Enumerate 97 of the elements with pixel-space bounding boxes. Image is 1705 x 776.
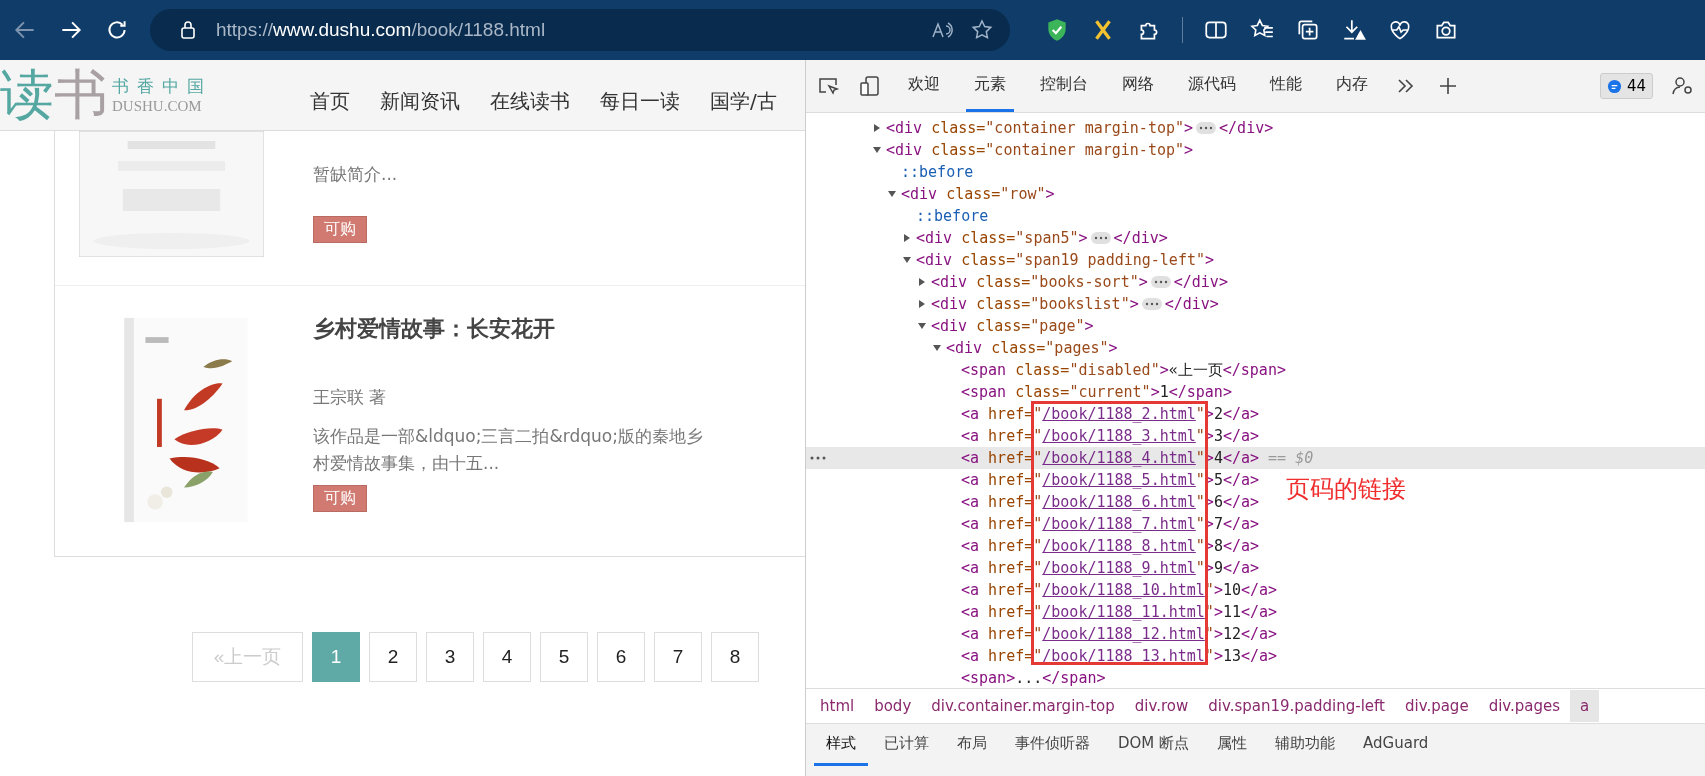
message-icon [1606,78,1622,94]
code-text: <div class="container margin-top"> [886,140,1194,161]
expand-arrow-icon[interactable] [917,277,927,287]
page-button[interactable]: 7 [654,632,702,682]
page-button[interactable]: 8 [711,632,759,682]
panel-tab[interactable]: AdGuard [1351,724,1441,765]
collapse-arrow-icon[interactable] [887,189,897,199]
devtools-tab[interactable]: 性能 [1262,60,1310,112]
page-button[interactable]: 2 [369,632,417,682]
logo-mark: 读书 [0,68,108,122]
devtools-tab[interactable]: 欢迎 [900,60,948,112]
page-button[interactable]: 3 [426,632,474,682]
closing-tag: </div> [1173,271,1228,293]
code-text: ::before [901,162,974,183]
panel-tab[interactable]: 样式 [814,724,868,766]
dom-node[interactable]: ::before [806,161,974,183]
devtools-tab[interactable]: 内存 [1328,60,1376,112]
issues-button[interactable]: 44 [1599,73,1653,99]
collections-icon[interactable] [1295,17,1321,43]
code-text: <div class="span5"> [916,228,1088,249]
code-text: ::before [916,206,989,227]
collapsed-badge[interactable] [1090,232,1111,244]
book-title[interactable]: 乡村爱情故事：长安花开 [313,314,555,344]
code-text: <div class="row"> [901,184,1055,205]
dom-node[interactable]: <div class="container margin-top"> [806,139,1194,161]
breadcrumb[interactable]: a [1570,690,1600,722]
code-text: <div class="container margin-top"> [886,118,1194,139]
code-text: <span>...</span> [961,668,1106,688]
panel-tab[interactable]: 布局 [945,724,999,766]
expand-arrow-icon[interactable] [917,299,927,309]
page-button[interactable]: 4 [483,632,531,682]
url-text: https://www.dushu.com/book/1188.html [216,19,546,41]
breadcrumb[interactable]: body [864,690,922,722]
breadcrumb[interactable]: div.row [1124,690,1199,722]
code-text: <div class="bookslist"> [931,294,1139,315]
book-intro: 暂缺简介... [313,163,399,186]
annotation-text: 页码的链接 [1286,474,1406,505]
expand-arrow-icon[interactable] [872,123,882,133]
page-button[interactable]: 5 [540,632,588,682]
more-icon[interactable] [810,456,826,460]
code-text: <div class="pages"> [946,338,1118,359]
breadcrumb[interactable]: div.span19.padding-left [1198,690,1395,722]
dom-node[interactable]: <div class="page"> [806,315,1094,337]
dom-node[interactable]: <div class="books-sort"> </div> [806,271,1228,293]
panel-tab[interactable]: 已计算 [872,724,941,766]
collapsed-badge[interactable] [1196,122,1217,134]
closing-tag: </div> [1164,293,1219,315]
dom-node[interactable]: <div class="span5"> </div> [806,227,1168,249]
dom-node[interactable]: <div class="span19 padding-left"> [806,249,1215,271]
code-text: <div class="page"> [931,316,1094,337]
breadcrumb[interactable]: div.container.margin-top [921,690,1125,722]
dom-node[interactable]: <div class="bookslist"> </div> [806,293,1219,315]
nav-link[interactable]: 新闻资讯 [380,87,460,115]
code-text: <span class="disabled">«上一页</span> [961,360,1286,381]
devtools-tab[interactable]: 源代码 [1180,60,1244,112]
devtools-tab[interactable]: 网络 [1114,60,1162,112]
collapse-arrow-icon[interactable] [917,321,927,331]
dom-node[interactable]: <span class="disabled">«上一页</span> [806,359,1286,381]
dom-node[interactable]: <div class="container margin-top"> </div> [806,117,1274,139]
nav-link[interactable]: 首页 [310,87,350,115]
dom-node[interactable]: <div class="pages"> [806,337,1118,359]
nav-link[interactable]: 国学/古 [710,87,777,115]
closing-tag: </div> [1219,117,1274,139]
book-author: 王宗联 著 [313,386,387,409]
devtools-tab[interactable]: 控制台 [1032,60,1096,112]
logo-domain: DUSHU.COM [112,98,203,115]
collapse-arrow-icon[interactable] [902,255,912,265]
nav-link[interactable]: 每日一读 [600,87,680,115]
nav-link[interactable]: 在线读书 [490,87,570,115]
address-bar[interactable]: https://www.dushu.com/book/1188.html [150,9,1010,51]
code-text: <div class="books-sort"> [931,272,1148,293]
breadcrumb[interactable]: div.pages [1478,690,1571,722]
panel-tab[interactable]: 事件侦听器 [1003,724,1102,766]
breadcrumb[interactable]: html [810,690,865,722]
collapse-arrow-icon[interactable] [932,343,942,353]
panel-tab[interactable]: DOM 断点 [1106,724,1202,766]
book-intro: 该作品是一部&ldquo;三言二拍&rdquo;版的秦地乡村爱情故事集，由十五... [313,425,704,475]
collapsed-badge[interactable] [1141,298,1162,310]
dom-node[interactable]: <div class="row"> [806,183,1055,205]
closing-tag: </div> [1113,227,1168,249]
devtools-tab[interactable]: 元素 [966,60,1014,112]
expand-arrow-icon[interactable] [902,233,912,243]
collapse-arrow-icon[interactable] [872,145,882,155]
dom-node[interactable]: ::before [806,205,989,227]
dom-node[interactable]: <span class="current">1</span> [806,381,1232,403]
breadcrumb[interactable]: div.page [1395,690,1479,722]
dom-node[interactable]: <span>...</span> [806,667,1106,688]
code-text: <div class="span19 padding-left"> [916,250,1215,271]
panel-tab[interactable]: 辅助功能 [1263,724,1348,766]
download-warning-icon[interactable] [1341,17,1367,43]
star-icon[interactable] [970,18,994,42]
logo-tagline: 书香中国 [112,75,212,98]
collapsed-badge[interactable] [1150,276,1171,288]
panel-tab[interactable]: 属性 [1205,724,1260,766]
device-icon[interactable] [858,74,882,98]
code-text: <span class="current">1</span> [961,382,1232,403]
page-button[interactable]: 6 [597,632,645,682]
